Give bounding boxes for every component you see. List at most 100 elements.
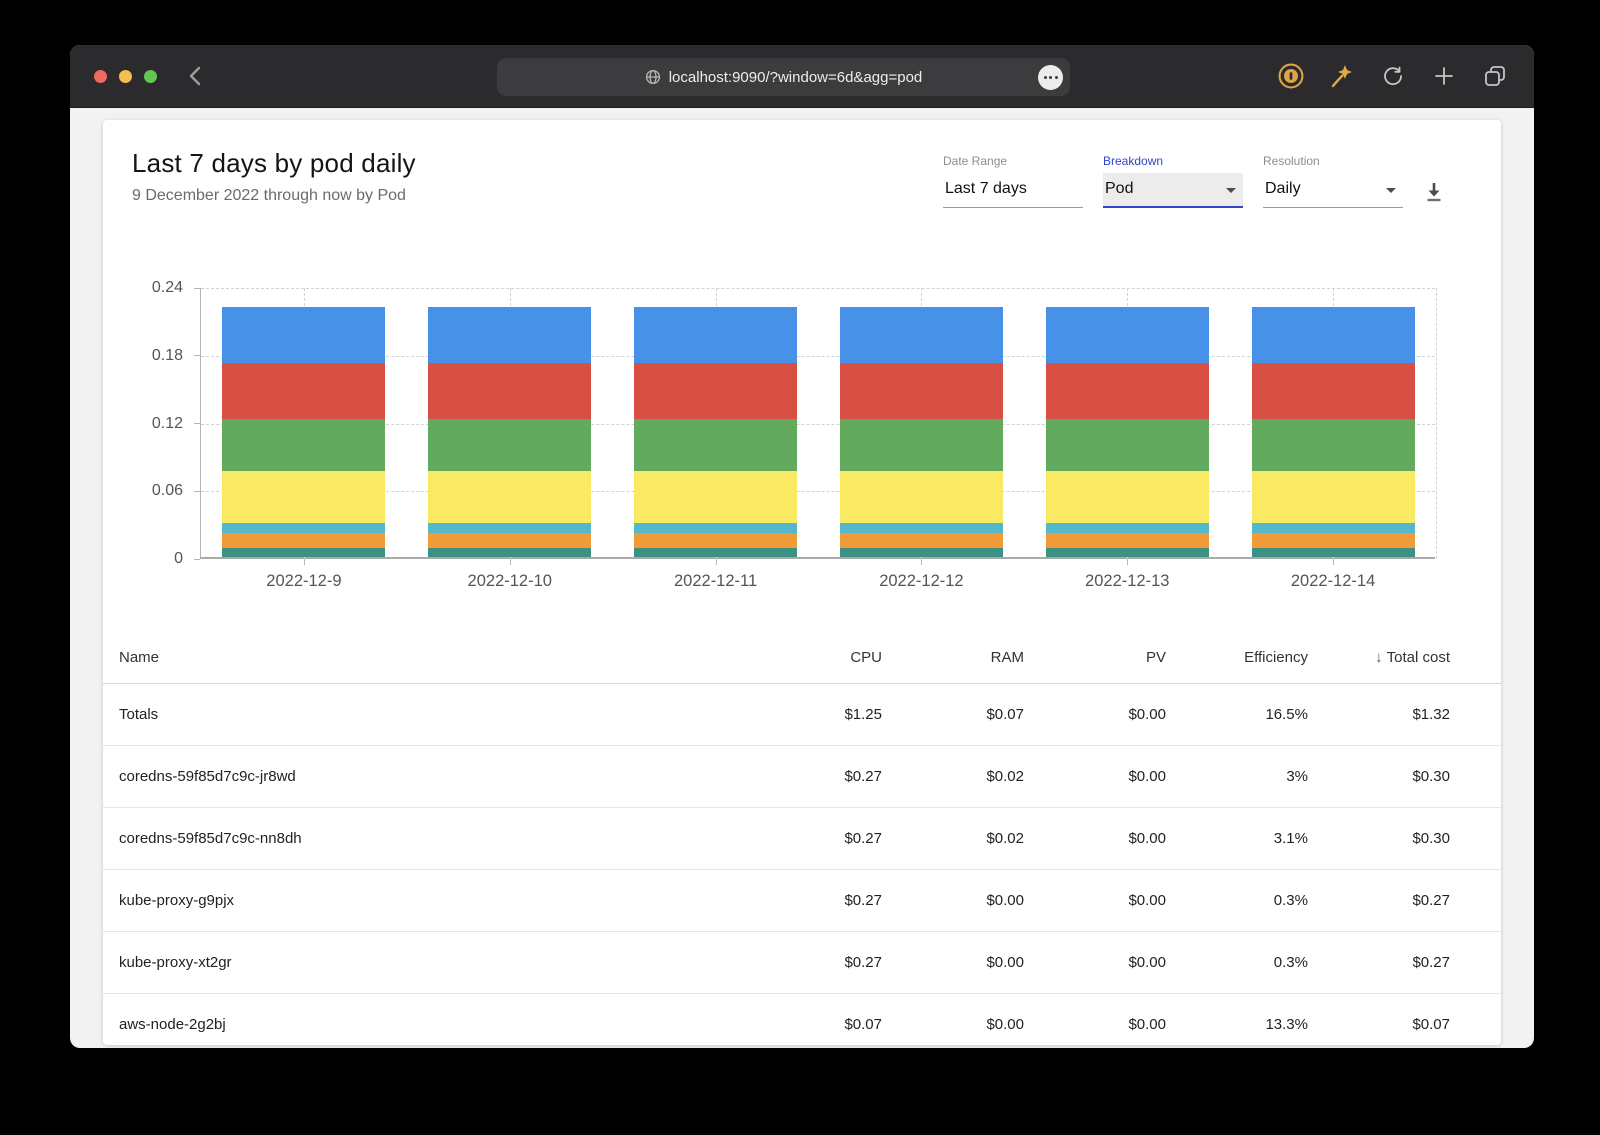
yellow-segment — [1251, 470, 1415, 523]
download-icon — [1427, 183, 1441, 202]
yellow-segment — [222, 470, 386, 523]
chart-y-axis: 0 0.06 0.12 0.18 0.24 — [103, 279, 193, 567]
teal-segment — [1045, 547, 1209, 557]
chevron-down-icon — [1226, 188, 1236, 193]
stacked-bar-2022-12-12[interactable] — [839, 307, 1003, 557]
date-range-input[interactable]: Last 7 days — [943, 173, 1083, 208]
globe-icon — [645, 69, 661, 85]
wand-extension-button[interactable] — [1329, 63, 1355, 89]
browser-window: localhost:9090/?window=6d&agg=pod Last 7… — [70, 45, 1534, 1048]
reload-icon — [1384, 66, 1402, 86]
stacked-bar-2022-12-10[interactable] — [428, 307, 592, 557]
orange-segment — [222, 532, 386, 548]
table-header-row: Name CPU RAM PV Efficiency ↓ Total cost — [103, 632, 1501, 684]
url-more-button[interactable] — [1038, 65, 1063, 90]
red-segment — [839, 363, 1003, 419]
stacked-bar-2022-12-14[interactable] — [1251, 307, 1415, 557]
gridline — [201, 491, 1435, 493]
breakdown-select[interactable]: Pod — [1103, 173, 1243, 208]
minimize-window-button[interactable] — [119, 70, 132, 83]
stacked-bar-2022-12-9[interactable] — [222, 307, 386, 557]
cyan-segment — [1251, 522, 1415, 533]
resolution-select[interactable]: Daily — [1263, 173, 1403, 208]
yellow-segment — [1045, 470, 1209, 523]
teal-segment — [222, 547, 386, 557]
y-tick-label: 0.24 — [151, 279, 183, 296]
table-row[interactable]: coredns-59f85d7c9c-nn8dh $0.27 $0.02 $0.… — [103, 808, 1501, 870]
date-range-label: Date Range — [943, 154, 1008, 168]
plus-icon — [1435, 67, 1453, 85]
green-segment — [428, 418, 592, 471]
orange-segment — [634, 532, 798, 548]
teal-segment — [634, 547, 798, 557]
sort-descending-icon: ↓ — [1375, 649, 1383, 666]
gridline — [201, 355, 1435, 357]
tab-overview-button[interactable] — [1482, 63, 1508, 89]
teal-segment — [839, 547, 1003, 557]
red-segment — [222, 363, 386, 419]
cyan-segment — [634, 522, 798, 533]
x-tick-label: 2022-12-14 — [1290, 572, 1376, 590]
column-header-efficiency[interactable]: Efficiency — [1166, 649, 1308, 666]
y-tick-label: 0 — [174, 550, 183, 567]
orange-segment — [1251, 532, 1415, 548]
table-row[interactable]: aws-node-2g2bj $0.07 $0.00 $0.00 13.3% $… — [103, 994, 1501, 1045]
y-tick — [194, 355, 200, 357]
x-tick-label: 2022-12-11 — [673, 572, 758, 590]
report-heading: Last 7 days by pod daily 9 December 2022… — [132, 148, 416, 205]
blue-segment — [1045, 307, 1209, 364]
y-tick — [194, 558, 200, 560]
traffic-lights — [94, 70, 157, 83]
teal-segment — [1251, 547, 1415, 557]
x-tick — [509, 559, 511, 565]
cyan-segment — [222, 522, 386, 533]
cyan-segment — [1045, 522, 1209, 533]
cost-table: Name CPU RAM PV Efficiency ↓ Total cost T… — [103, 632, 1501, 1045]
gridline — [201, 423, 1435, 425]
red-segment — [1251, 363, 1415, 419]
cyan-segment — [839, 522, 1003, 533]
x-tick — [715, 559, 717, 565]
table-row[interactable]: coredns-59f85d7c9c-jr8wd $0.27 $0.02 $0.… — [103, 746, 1501, 808]
blue-segment — [839, 307, 1003, 364]
orange-segment — [428, 532, 592, 548]
new-tab-button[interactable] — [1431, 63, 1457, 89]
gridline — [201, 288, 1435, 289]
onepassword-extension-button[interactable] — [1278, 63, 1304, 89]
yellow-segment — [839, 470, 1003, 523]
reload-button[interactable] — [1380, 63, 1406, 89]
blue-segment — [634, 307, 798, 364]
column-header-cpu[interactable]: CPU — [740, 649, 882, 666]
column-header-total-cost[interactable]: ↓ Total cost — [1308, 649, 1450, 666]
x-tick-label: 2022-12-13 — [1085, 572, 1170, 590]
red-segment — [634, 363, 798, 419]
download-button[interactable] — [1422, 180, 1446, 204]
zoom-window-button[interactable] — [144, 70, 157, 83]
y-tick — [194, 423, 200, 424]
back-button[interactable] — [182, 63, 208, 89]
red-segment — [428, 363, 592, 419]
date-range-field: Date Range Last 7 days — [943, 154, 1083, 208]
stacked-bar-2022-12-13[interactable] — [1045, 307, 1209, 557]
column-header-name[interactable]: Name — [119, 649, 740, 666]
url-bar[interactable]: localhost:9090/?window=6d&agg=pod — [497, 58, 1070, 96]
page-subtitle: 9 December 2022 through now by Pod — [132, 187, 406, 204]
x-tick-label: 2022-12-9 — [266, 572, 342, 590]
green-segment — [634, 418, 798, 471]
stacked-bar-2022-12-11[interactable] — [634, 307, 798, 557]
table-row[interactable]: kube-proxy-xt2gr $0.27 $0.00 $0.00 0.3% … — [103, 932, 1501, 994]
chevron-left-icon — [189, 66, 201, 86]
table-row[interactable]: kube-proxy-g9pjx $0.27 $0.00 $0.00 0.3% … — [103, 870, 1501, 932]
tabs-icon — [1485, 66, 1505, 86]
green-segment — [1251, 418, 1415, 471]
orange-segment — [839, 532, 1003, 548]
report-card: Last 7 days by pod daily 9 December 2022… — [103, 120, 1501, 1045]
yellow-segment — [428, 470, 592, 523]
cost-chart: 0 0.06 0.12 0.18 0.24 2022-12-9 2022-12-10 202… — [103, 279, 1501, 618]
close-window-button[interactable] — [94, 70, 107, 83]
column-header-pv[interactable]: PV — [1024, 649, 1166, 666]
column-header-ram[interactable]: RAM — [882, 649, 1024, 666]
x-tick-label: 2022-12-12 — [879, 572, 964, 590]
breakdown-label: Breakdown — [1103, 154, 1164, 168]
table-row-totals[interactable]: Totals $1.25 $0.07 $0.00 16.5% $1.32 — [103, 684, 1501, 746]
